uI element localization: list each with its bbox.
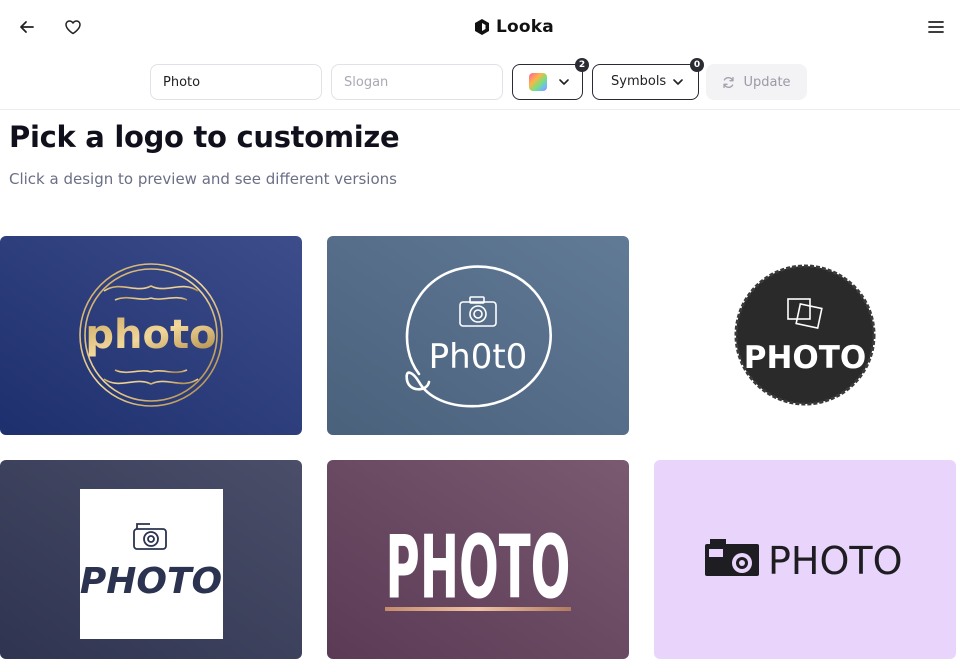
logo-text: PHOTO	[768, 539, 903, 583]
logo-card[interactable]: photo	[0, 236, 302, 435]
logo-text: PHOTO	[386, 518, 571, 619]
update-label: Update	[743, 74, 791, 90]
logo-text: PHOTO	[744, 340, 867, 376]
colors-dropdown[interactable]	[512, 64, 583, 100]
page-subtitle: Click a design to preview and see differ…	[9, 170, 397, 188]
company-name-input[interactable]	[150, 64, 322, 100]
page-title: Pick a logo to customize	[9, 120, 400, 154]
heart-icon[interactable]	[57, 11, 89, 43]
logo-card[interactable]: PHOTO	[327, 460, 629, 659]
logo-card[interactable]: PHOTO	[654, 236, 956, 435]
symbols-dropdown[interactable]: Symbols	[592, 64, 699, 100]
looka-mark-icon	[475, 19, 489, 35]
chevron-down-icon	[673, 79, 683, 85]
top-bar: Looka	[0, 0, 960, 56]
brand-logo[interactable]: Looka	[474, 14, 554, 40]
menu-icon[interactable]	[920, 11, 952, 43]
logo-card[interactable]: PHOTO	[654, 460, 956, 659]
symbols-count-badge: 0	[690, 58, 704, 72]
brand-name: Looka	[496, 17, 554, 37]
logo-text: photo	[85, 312, 216, 358]
logo-options-toolbar: 2 Symbols 0 Update	[0, 58, 960, 108]
symbols-label: Symbols	[611, 74, 667, 89]
logo-card[interactable]: Ph0t0	[327, 236, 629, 435]
camera-icon	[705, 539, 759, 576]
slogan-input[interactable]	[331, 64, 503, 100]
logo-text: Ph0t0	[429, 337, 528, 377]
logo-card[interactable]: PHOTO	[0, 460, 302, 659]
logo-text: PHOTO	[80, 561, 222, 602]
refresh-icon	[723, 76, 735, 88]
chevron-down-icon	[559, 79, 569, 85]
colors-count-badge: 2	[575, 58, 589, 72]
header-divider	[0, 109, 960, 110]
back-arrow-icon[interactable]	[11, 11, 43, 43]
color-swatch-icon	[529, 73, 547, 91]
black-badge	[734, 264, 876, 406]
underline-bar	[385, 607, 571, 611]
update-button[interactable]: Update	[706, 64, 807, 100]
